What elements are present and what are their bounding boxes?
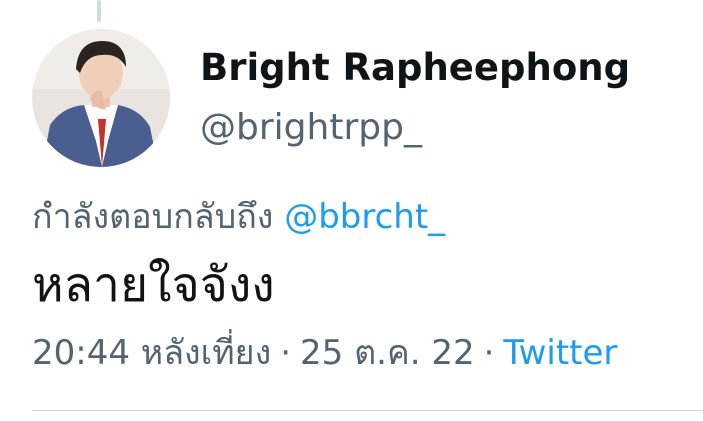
replying-to-label: กำลังตอบกลับถึง <box>32 197 274 237</box>
avatar[interactable] <box>32 29 170 167</box>
avatar-image <box>32 29 170 167</box>
tweet-time-link[interactable]: 20:44 หลังเที่ยง <box>32 333 271 373</box>
divider <box>32 410 703 411</box>
tweet-date-link[interactable]: 25 ต.ค. 22 <box>300 333 475 373</box>
tweet-text: หลายใจจังง <box>32 257 275 313</box>
metadata-separator: · <box>483 333 495 373</box>
tweet-source-link[interactable]: Twitter <box>503 333 617 373</box>
replying-to-mention-link[interactable]: @bbrcht_ <box>284 197 445 237</box>
tweet-detail: Bright Rapheephong @brightrpp_ กำลังตอบก… <box>0 0 703 421</box>
tweet-metadata: 20:44 หลังเที่ยง · 25 ต.ค. 22 · Twitter <box>32 328 617 378</box>
author-handle[interactable]: @brightrpp_ <box>200 104 422 152</box>
replying-to-line: กำลังตอบกลับถึง @bbrcht_ <box>32 193 445 241</box>
metadata-separator: · <box>280 333 292 373</box>
author-display-name[interactable]: Bright Rapheephong <box>200 44 630 92</box>
thread-connector-line <box>97 0 101 22</box>
